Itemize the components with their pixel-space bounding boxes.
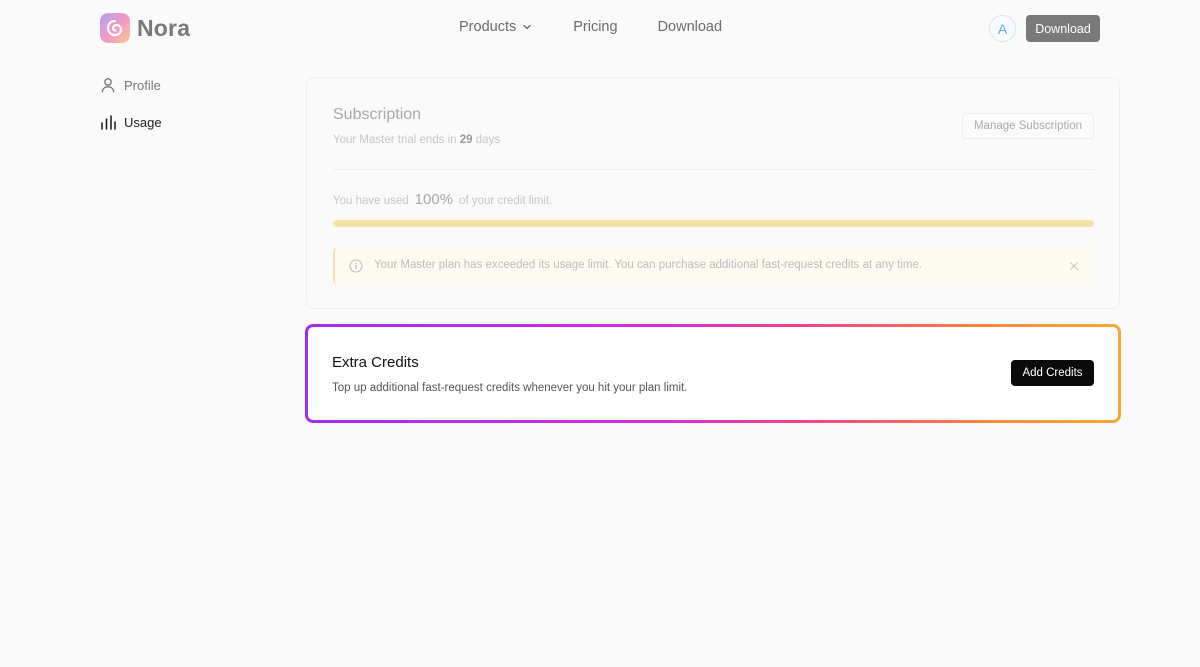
top-header: Nora Products Pricing Download A Downloa… [0, 0, 1200, 56]
avatar[interactable]: A [989, 15, 1016, 42]
info-icon [349, 259, 363, 273]
usage-suffix: of your credit limit. [459, 195, 553, 207]
usage-progress-bar [333, 220, 1094, 227]
chevron-down-icon [523, 24, 531, 30]
brand[interactable]: Nora [100, 13, 190, 43]
subscription-title: Subscription [333, 106, 422, 123]
trial-status: Your Master trial ends in 29 days [333, 134, 500, 146]
settings-sidebar: Profile Usage [100, 76, 162, 150]
subscription-card: Subscription Your Master trial ends in 2… [306, 77, 1120, 309]
nora-logo-icon [100, 13, 130, 43]
download-button[interactable]: Download [1026, 15, 1100, 42]
trial-days: 29 [459, 134, 473, 146]
nav-products[interactable]: Products [459, 19, 532, 35]
alert-message: Your Master plan has exceeded its usage … [374, 259, 923, 271]
divider [333, 169, 1094, 170]
nav-products-label: Products [459, 19, 517, 35]
usage-prefix: You have used [333, 195, 409, 207]
nav-download[interactable]: Download [658, 19, 723, 35]
extra-credits-card-body: Extra Credits Top up additional fast-req… [308, 327, 1118, 420]
brand-name: Nora [137, 14, 191, 41]
main-nav: Products Pricing Download [459, 19, 722, 35]
usage-progress-fill [333, 220, 1094, 227]
trial-suffix: days [472, 134, 501, 146]
add-credits-button[interactable]: Add Credits [1011, 360, 1094, 386]
sidebar-item-label: Profile [124, 77, 161, 93]
sidebar-item-usage[interactable]: Usage [100, 113, 162, 131]
extra-credits-card: Extra Credits Top up additional fast-req… [305, 324, 1121, 423]
user-icon [100, 77, 116, 93]
usage-limit-alert: Your Master plan has exceeded its usage … [333, 248, 1094, 284]
sidebar-item-label: Usage [124, 114, 162, 130]
extra-credits-title: Extra Credits [332, 354, 419, 371]
sidebar-item-profile[interactable]: Profile [100, 76, 162, 94]
usage-percent: 100% [414, 191, 454, 208]
nav-pricing[interactable]: Pricing [573, 19, 617, 35]
usage-summary: You have used 100% of your credit limit. [333, 191, 552, 208]
extra-credits-description: Top up additional fast-request credits w… [332, 382, 688, 394]
bar-chart-icon [100, 114, 116, 130]
trial-prefix: Your Master trial ends in [333, 134, 460, 146]
close-icon[interactable] [1067, 259, 1081, 273]
manage-subscription-button[interactable]: Manage Subscription [962, 113, 1094, 139]
